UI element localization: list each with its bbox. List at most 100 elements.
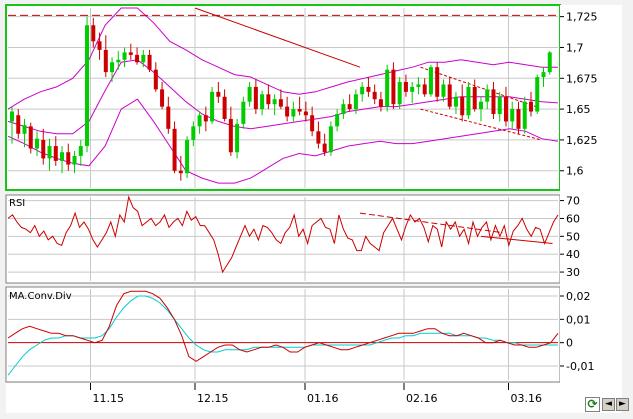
candle-up: [416, 84, 421, 87]
refresh-button[interactable]: ⟳: [585, 397, 600, 412]
candle-down: [103, 49, 108, 73]
rsi-tick-label: 40: [566, 248, 580, 261]
candle-up: [272, 99, 277, 105]
candle-down: [403, 81, 408, 92]
candle-down: [447, 84, 452, 107]
candle-down: [203, 115, 208, 122]
macd-panel: [5, 286, 561, 383]
candle-down: [41, 139, 46, 159]
candle-down: [491, 89, 496, 115]
candle-down: [528, 101, 533, 112]
price-tick-label: 1,675: [566, 72, 598, 85]
candle-up: [47, 146, 52, 159]
candle-down: [516, 109, 521, 129]
candle-up: [141, 54, 146, 63]
candle-down: [422, 84, 427, 95]
time-tick-label: 11.15: [93, 392, 125, 405]
rsi-tick-label: 60: [566, 212, 580, 225]
candle-down: [16, 115, 21, 134]
candle-up: [547, 52, 552, 73]
candle-down: [178, 170, 183, 174]
price-tick-label: 1,6: [566, 165, 584, 178]
candle-up: [291, 109, 296, 117]
candle-down: [135, 54, 140, 63]
rsi-title: RSI: [9, 198, 25, 209]
candle-down: [97, 41, 102, 50]
rsi-tick-label: 70: [566, 195, 580, 208]
candle-up: [110, 62, 115, 73]
scroll-left-button[interactable]: ◄: [602, 398, 615, 411]
candle-down: [53, 146, 58, 161]
candle-up: [535, 77, 540, 112]
candle-up: [260, 94, 265, 110]
refresh-icon: ⟳: [587, 397, 598, 411]
candle-up: [410, 86, 415, 92]
candle-down: [91, 25, 96, 42]
candle-down: [172, 128, 177, 171]
candle-down: [28, 126, 33, 149]
candle-up: [60, 152, 65, 161]
candle-down: [372, 91, 377, 100]
candle-up: [453, 96, 458, 107]
candle-down: [147, 54, 152, 70]
candle-down: [391, 69, 396, 105]
price-panel: [5, 4, 561, 191]
candle-up: [35, 138, 40, 149]
time-tick-label: 01.16: [307, 392, 339, 405]
price-tick-label: 1,7: [566, 41, 584, 54]
time-tick-label: 12.15: [197, 392, 229, 405]
candle-up: [353, 94, 358, 110]
arrow-right-icon: ►: [619, 399, 626, 409]
candle-down: [285, 106, 290, 117]
arrow-left-icon: ◄: [605, 399, 612, 409]
macd-tick-label: 0,02: [566, 290, 591, 303]
macd-title: MA.Conv.Div: [9, 291, 72, 302]
candle-up: [510, 109, 515, 122]
candle-down: [472, 86, 477, 110]
time-tick-label: 02.16: [406, 392, 438, 405]
candle-up: [397, 81, 402, 105]
candle-down: [216, 91, 221, 97]
macd-tick-label: 0: [566, 337, 573, 350]
candle-up: [235, 123, 240, 153]
candle-up: [116, 59, 121, 63]
candle-up: [247, 86, 252, 102]
candle-up: [441, 84, 446, 97]
candle-down: [460, 96, 465, 116]
price-tick-label: 1,625: [566, 134, 598, 147]
candle-down: [347, 104, 352, 110]
scroll-right-button[interactable]: ►: [616, 398, 629, 411]
candle-down: [366, 86, 371, 92]
candle-up: [360, 86, 365, 95]
candle-down: [297, 109, 302, 112]
candle-up: [78, 146, 83, 156]
candle-up: [197, 115, 202, 127]
candle-up: [541, 72, 546, 78]
candle-down: [266, 94, 271, 105]
candle-down: [310, 115, 315, 132]
candle-up: [497, 96, 502, 115]
candle-up: [191, 126, 196, 140]
candle-down: [166, 106, 171, 129]
candle-up: [10, 111, 14, 122]
candle-up: [466, 86, 471, 116]
candle-down: [278, 99, 283, 107]
candle-down: [228, 118, 233, 153]
candle-up: [328, 126, 333, 153]
candle-up: [385, 69, 390, 107]
candle-up: [72, 155, 77, 165]
candle-up: [428, 67, 433, 95]
rsi-tick-label: 30: [566, 266, 580, 279]
candle-up: [85, 25, 90, 147]
candle-down: [322, 143, 327, 153]
candle-down: [503, 96, 508, 122]
price-tick-label: 1,65: [566, 103, 591, 116]
candle-up: [210, 91, 215, 122]
macd-tick-label: -0,01: [566, 360, 594, 373]
candle-down: [160, 89, 165, 107]
candle-up: [122, 52, 127, 60]
candle-up: [185, 139, 190, 174]
candle-up: [341, 104, 346, 115]
candle-up: [522, 101, 527, 129]
price-tick-label: 1,725: [566, 11, 598, 24]
